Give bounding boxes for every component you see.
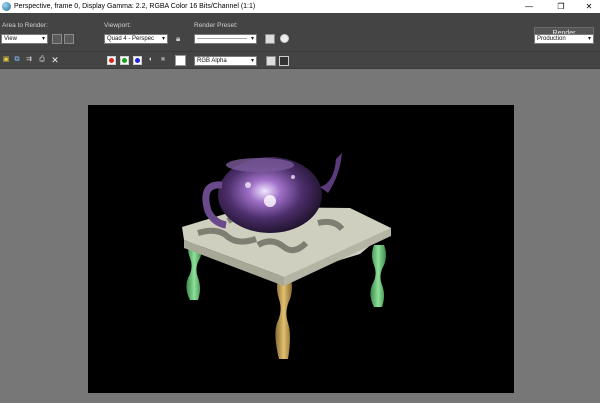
close-button[interactable]: ✕	[578, 0, 600, 13]
environment-icon[interactable]	[265, 34, 275, 44]
area-to-render-label: Area to Render:	[2, 22, 48, 29]
rendered-image	[88, 105, 514, 393]
copy-icon[interactable]: ⧉	[13, 56, 21, 64]
mono-icon[interactable]: ■	[159, 56, 167, 64]
production-dropdown[interactable]: Production ▾	[534, 34, 594, 44]
chevron-down-icon: ▾	[41, 36, 45, 42]
render-preset-label: Render Preset:	[194, 22, 238, 29]
rendered-scene	[182, 153, 391, 359]
alpha-toggle-icon[interactable]: ◐	[147, 56, 155, 64]
print-icon[interactable]: ⎙	[38, 56, 46, 64]
title-bar: Perspective, frame 0, Display Gamma: 2.2…	[0, 0, 600, 13]
clone-icon[interactable]: ⇉	[25, 56, 33, 64]
chevron-down-icon: ▾	[587, 36, 591, 42]
table-leg-back	[275, 275, 292, 359]
color-swatch[interactable]	[175, 55, 186, 66]
settings-icon[interactable]	[280, 34, 289, 43]
chevron-down-icon: ▾	[250, 36, 254, 42]
teapot-spout	[320, 153, 342, 193]
frame-buffer-toolbar: ▣ ⧉ ⇉ ⎙ ✕ ◐ ■ RGB Alpha ▾	[0, 51, 600, 69]
lock-icon[interactable]: 🔒︎	[176, 34, 180, 44]
render-preset-value: -------------------------	[197, 36, 247, 42]
teapot-lid	[226, 158, 294, 172]
overlay-toggle-icon[interactable]	[279, 56, 289, 66]
area-to-render-dropdown[interactable]: View ▾	[1, 34, 48, 44]
area-to-render-value: View	[4, 36, 17, 42]
display-toggle-icon[interactable]	[266, 56, 276, 66]
render-preset-dropdown[interactable]: ------------------------- ▾	[194, 34, 257, 44]
window-title: Perspective, frame 0, Display Gamma: 2.2…	[14, 3, 256, 10]
app-icon	[2, 2, 11, 11]
viewport-dropdown[interactable]: Quad 4 - Perspec ▾	[104, 34, 168, 44]
auto-region-icon[interactable]	[64, 34, 74, 44]
red-channel-toggle[interactable]	[107, 56, 116, 65]
chevron-down-icon: ▾	[161, 36, 165, 42]
viewport-label: Viewport:	[104, 22, 131, 29]
blue-channel-toggle[interactable]	[133, 56, 142, 65]
render-controls-toolbar: Area to Render: View ▾ Viewport: Quad 4 …	[0, 13, 600, 51]
restore-button[interactable]: ❐	[550, 0, 572, 13]
production-value: Production	[537, 36, 566, 42]
frame-buffer-viewport	[0, 69, 600, 403]
table-leg-front-right	[370, 245, 386, 307]
clear-icon[interactable]: ✕	[51, 56, 59, 65]
green-channel-toggle[interactable]	[120, 56, 129, 65]
region-icon[interactable]	[52, 34, 62, 44]
channel-value: RGB Alpha	[197, 58, 227, 64]
save-icon[interactable]: ▣	[2, 56, 10, 64]
viewport-value: Quad 4 - Perspec	[107, 36, 155, 42]
minimize-button[interactable]: —	[518, 0, 540, 13]
channel-dropdown[interactable]: RGB Alpha ▾	[194, 56, 257, 66]
chevron-down-icon: ▾	[250, 58, 254, 64]
